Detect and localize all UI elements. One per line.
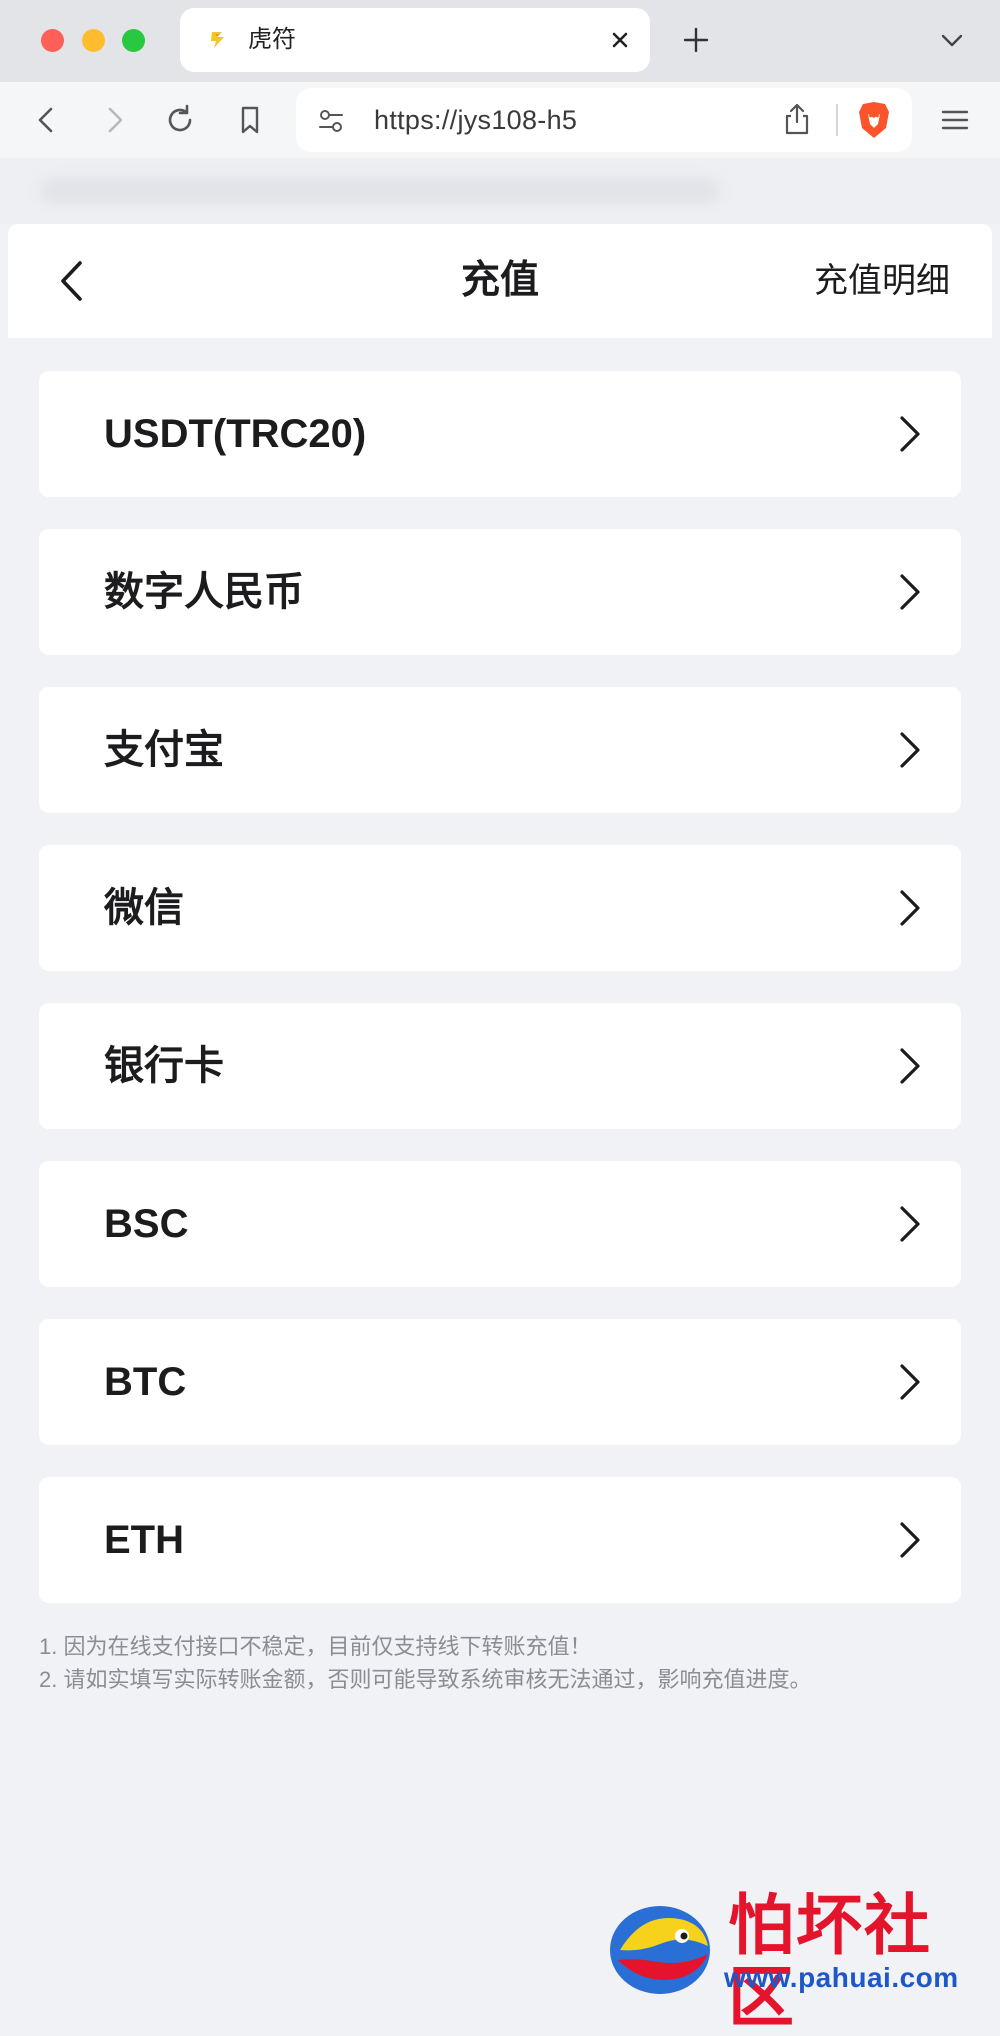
method-label: USDT(TRC20) <box>104 412 367 456</box>
watermark-url: www.pahuai.com <box>724 1962 959 1993</box>
hufu-logo-icon <box>211 32 224 48</box>
site-watermark: 怕坏社区 www.pahuai.com <box>604 1890 984 2034</box>
chevron-right-icon <box>900 1522 920 1558</box>
payment-method-bsc[interactable]: BSC <box>39 1161 961 1287</box>
payment-method-list: USDT(TRC20) 数字人民币 支付宝 微信 银行卡 BSC BTC ETH <box>39 371 961 1635</box>
method-label: 数字人民币 <box>104 570 304 614</box>
blurred-banner <box>0 158 1000 224</box>
method-label: ETH <box>104 1518 184 1562</box>
share-icon[interactable] <box>782 102 812 136</box>
site-settings-icon[interactable] <box>316 106 346 136</box>
window-close-button[interactable] <box>41 29 64 52</box>
payment-method-usdt-trc20[interactable]: USDT(TRC20) <box>39 371 961 497</box>
url-text[interactable]: https://jys108-h5 <box>374 88 577 152</box>
payment-method-wechat[interactable]: 微信 <box>39 845 961 971</box>
payment-method-alipay[interactable]: 支付宝 <box>39 687 961 813</box>
payment-method-bank-card[interactable]: 银行卡 <box>39 1003 961 1129</box>
chevron-right-icon <box>900 732 920 768</box>
payment-method-btc[interactable]: BTC <box>39 1319 961 1445</box>
forward-icon[interactable] <box>97 103 131 137</box>
payment-method-eth[interactable]: ETH <box>39 1477 961 1603</box>
reload-icon[interactable] <box>163 103 197 137</box>
brave-shield-icon[interactable] <box>856 100 892 140</box>
browser-toolbar: https://jys108-h5 <box>0 82 1000 158</box>
page-header: 充值 充值明细 <box>8 224 992 338</box>
note-line: 2. 请如实填写实际转账金额，否则可能导致系统审核无法通过，影响充值进度。 <box>39 1667 812 1692</box>
address-divider <box>836 104 838 136</box>
recharge-notes: 1. 因为在线支付接口不稳定，目前仅支持线下转账充值！ 2. 请如实填写实际转账… <box>39 1630 959 1696</box>
chevron-right-icon <box>900 574 920 610</box>
chevron-right-icon <box>900 890 920 926</box>
plus-icon[interactable] <box>682 26 710 54</box>
chevron-right-icon <box>900 1048 920 1084</box>
method-label: 微信 <box>104 886 184 930</box>
address-bar[interactable]: https://jys108-h5 <box>296 88 912 152</box>
page-content: USDT(TRC20) 数字人民币 支付宝 微信 银行卡 BSC BTC ETH… <box>8 338 992 2004</box>
close-icon[interactable] <box>606 26 634 54</box>
note-line: 1. 因为在线支付接口不稳定，目前仅支持线下转账充值！ <box>39 1634 592 1659</box>
window-zoom-button[interactable] <box>122 29 145 52</box>
browser-tab-bar: 虎符 <box>0 0 1000 82</box>
recharge-history-link[interactable]: 充值明细 <box>814 224 950 338</box>
method-label: BTC <box>104 1360 187 1404</box>
menu-icon[interactable] <box>938 103 972 137</box>
chevron-right-icon <box>900 416 920 452</box>
method-label: 支付宝 <box>104 728 224 772</box>
tab-title: 虎符 <box>248 26 296 53</box>
method-label: 银行卡 <box>104 1044 224 1088</box>
back-icon[interactable] <box>30 103 64 137</box>
bookmark-icon[interactable] <box>233 103 267 137</box>
chevron-down-icon[interactable] <box>940 30 964 50</box>
chevron-right-icon <box>900 1206 920 1242</box>
method-label: BSC <box>104 1202 189 1246</box>
chevron-right-icon <box>900 1364 920 1400</box>
payment-method-digital-rmb[interactable]: 数字人民币 <box>39 529 961 655</box>
pahuai-logo-icon <box>610 1906 710 1994</box>
browser-tab[interactable]: 虎符 <box>180 8 650 72</box>
blurred-content <box>40 178 720 204</box>
window-minimize-button[interactable] <box>82 29 105 52</box>
